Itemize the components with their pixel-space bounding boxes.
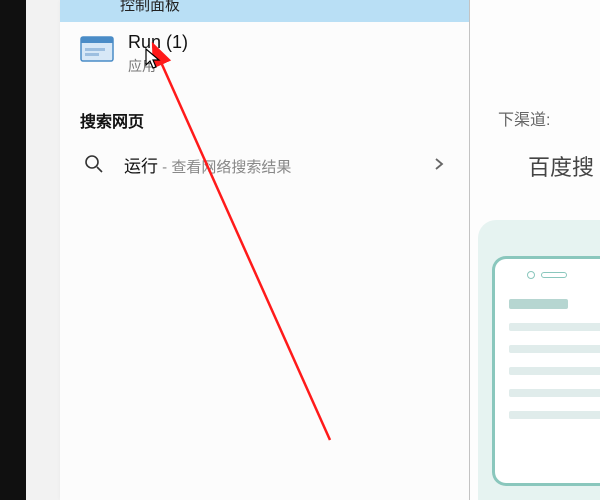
taskbar-icon-partial[interactable] <box>0 0 26 10</box>
web-search-result[interactable]: 运行 - 查看网络搜索结果 <box>60 142 469 187</box>
highlighted-result-control-panel[interactable]: 控制面板 <box>60 0 469 22</box>
web-suffix-text: - 查看网络搜索结果 <box>158 159 291 176</box>
chevron-right-icon <box>429 154 449 174</box>
search-results-panel: 控制面板 Run (1) 应用 搜索网页 运行 - 查看网络搜索结果 <box>60 0 470 500</box>
taskbar-left-strip <box>0 0 26 500</box>
run-dialog-icon <box>80 32 114 66</box>
channel-label: 下渠道: <box>498 106 550 130</box>
web-query-text: 运行 <box>124 157 158 176</box>
phone-illustration <box>478 220 600 500</box>
app-result-title: Run (1) <box>128 32 188 54</box>
web-section-header: 搜索网页 <box>60 84 469 142</box>
app-result-run[interactable]: Run (1) 应用 <box>60 22 469 84</box>
search-icon <box>80 154 108 174</box>
service-title: 百度搜 <box>528 150 594 182</box>
app-result-subtitle: 应用 <box>128 56 188 76</box>
highlighted-result-label: 控制面板 <box>120 0 180 15</box>
